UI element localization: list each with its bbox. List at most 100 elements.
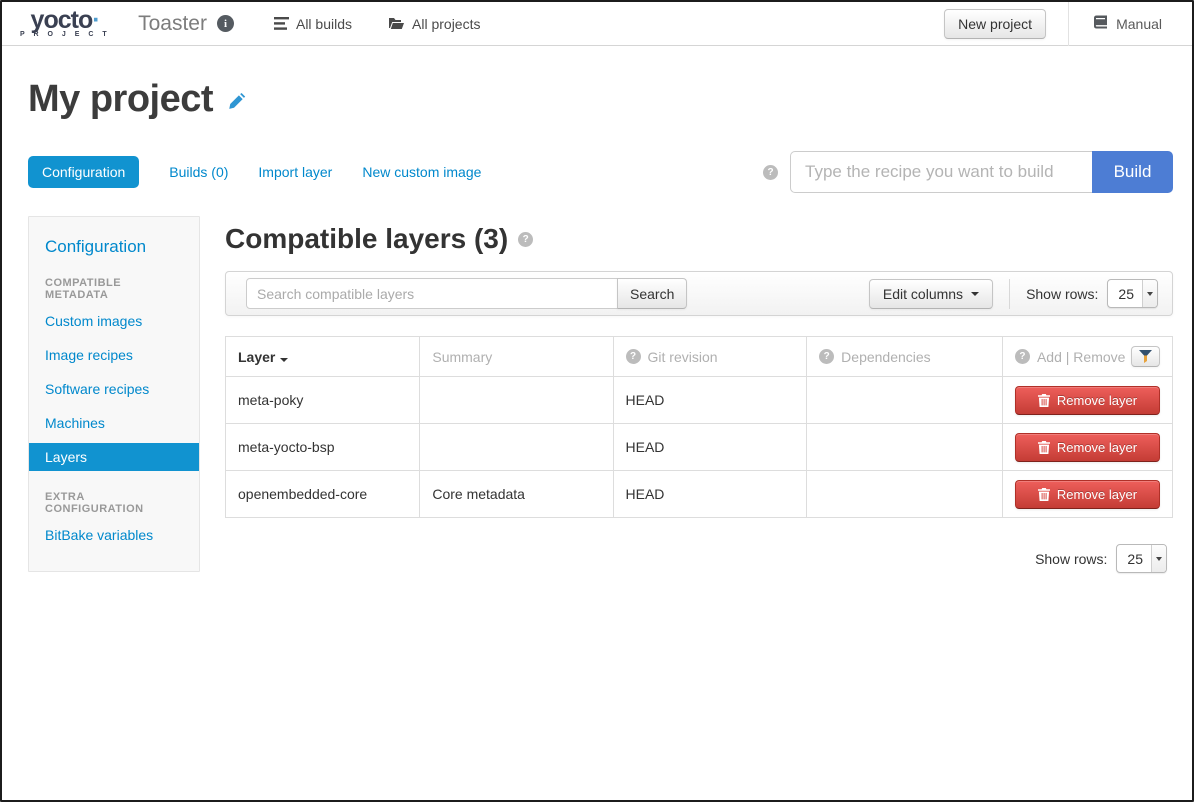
trash-icon	[1038, 441, 1050, 454]
app-header: yocto· P R O J E C T Toaster i All build…	[2, 2, 1192, 46]
compatible-layers-help-icon[interactable]: ?	[518, 232, 533, 247]
folder-open-icon	[388, 17, 405, 30]
search-button[interactable]: Search	[617, 278, 687, 309]
info-icon[interactable]: i	[217, 15, 234, 32]
sort-caret-icon	[280, 358, 288, 362]
cell-summary	[420, 377, 613, 424]
column-header-add-remove: ?Add | Remove	[1002, 337, 1172, 377]
cell-summary: Core metadata	[420, 471, 613, 518]
cell-dependencies	[807, 377, 1003, 424]
remove-layer-button[interactable]: Remove layer	[1015, 480, 1160, 509]
builds-list-icon	[274, 17, 289, 30]
add-remove-help-icon[interactable]: ?	[1015, 349, 1030, 364]
page-content: My project Configuration Builds (0) Impo…	[2, 78, 1192, 573]
table-row: meta-yocto-bsp HEAD Remove layer	[226, 424, 1173, 471]
dependencies-help-icon[interactable]: ?	[819, 349, 834, 364]
sidebar-item-machines[interactable]: Machines	[29, 409, 199, 437]
cell-git-revision: HEAD	[613, 377, 807, 424]
page-title-row: My project	[28, 78, 1173, 121]
table-row: meta-poky HEAD Remove layer	[226, 377, 1173, 424]
tab-import-layer[interactable]: Import layer	[258, 164, 332, 180]
remove-layer-button[interactable]: Remove layer	[1015, 386, 1160, 415]
book-icon	[1093, 15, 1108, 32]
toaster-window: yocto· P R O J E C T Toaster i All build…	[0, 0, 1194, 802]
nav-all-builds[interactable]: All builds	[274, 16, 352, 32]
sidebar-item-image-recipes[interactable]: Image recipes	[29, 341, 199, 369]
yocto-logo-subtext: P R O J E C T	[20, 31, 110, 38]
table-footer: Show rows: 25	[225, 544, 1173, 573]
column-header-dependencies: ?Dependencies	[807, 337, 1003, 377]
column-header-git-revision: ?Git revision	[613, 337, 807, 377]
edit-pencil-icon[interactable]	[227, 93, 247, 116]
edit-columns-button[interactable]: Edit columns	[869, 279, 993, 309]
sidebar-heading-extra-configuration: EXTRA CONFIGURATION	[29, 491, 199, 515]
nav-all-projects[interactable]: All projects	[388, 16, 480, 32]
trash-icon	[1038, 488, 1050, 501]
cell-git-revision: HEAD	[613, 424, 807, 471]
show-rows-label: Show rows:	[1026, 286, 1098, 302]
select-caret-icon	[1142, 280, 1157, 307]
nav-all-builds-label: All builds	[296, 16, 352, 32]
toolbar-separator	[1009, 279, 1010, 309]
sidebar-item-custom-images[interactable]: Custom images	[29, 307, 199, 335]
cell-actions: Remove layer	[1002, 377, 1172, 424]
cell-summary	[420, 424, 613, 471]
cell-dependencies	[807, 471, 1003, 518]
column-header-summary: Summary	[420, 337, 613, 377]
cell-actions: Remove layer	[1002, 424, 1172, 471]
manual-label: Manual	[1116, 16, 1162, 32]
show-rows-select[interactable]: 25	[1107, 279, 1158, 308]
build-form: ? Build	[763, 151, 1173, 193]
build-button[interactable]: Build	[1092, 151, 1173, 193]
cell-actions: Remove layer	[1002, 471, 1172, 518]
header-nav: All builds All projects	[274, 16, 481, 32]
yocto-logo-dot: ·	[92, 6, 99, 34]
compatible-layers-table: Layer Summary ?Git revision ?Dependencie…	[225, 336, 1173, 518]
build-help-icon[interactable]: ?	[763, 165, 778, 180]
manual-link[interactable]: Manual	[1069, 15, 1192, 32]
header-right: New project Manual	[944, 2, 1192, 45]
trash-icon	[1038, 394, 1050, 407]
sidebar-item-configuration[interactable]: Configuration	[29, 237, 199, 257]
sidebar-item-bitbake-variables[interactable]: BitBake variables	[29, 521, 199, 549]
select-caret-icon	[1151, 545, 1166, 572]
tab-builds[interactable]: Builds (0)	[169, 164, 228, 180]
edit-columns-label: Edit columns	[883, 286, 963, 302]
page-title: My project	[28, 78, 213, 121]
column-header-layer[interactable]: Layer	[226, 337, 420, 377]
tab-new-custom-image[interactable]: New custom image	[362, 164, 481, 180]
show-rows-label: Show rows:	[1035, 551, 1107, 567]
yocto-logo[interactable]: yocto· P R O J E C T	[20, 9, 110, 38]
sidebar-item-layers[interactable]: Layers	[29, 443, 199, 471]
chevron-down-icon	[971, 292, 979, 296]
build-recipe-input[interactable]	[790, 151, 1092, 193]
show-rows-value: 25	[1117, 551, 1151, 567]
table-header-row: Layer Summary ?Git revision ?Dependencie…	[226, 337, 1173, 377]
filter-button[interactable]	[1131, 346, 1160, 367]
table-row: openembedded-core Core metadata HEAD Rem…	[226, 471, 1173, 518]
search-input[interactable]	[246, 278, 618, 309]
tab-configuration[interactable]: Configuration	[28, 156, 139, 188]
section-heading: Compatible layers (3)	[225, 223, 508, 255]
cell-dependencies	[807, 424, 1003, 471]
git-revision-help-icon[interactable]: ?	[626, 349, 641, 364]
yocto-logo-text: yocto·	[31, 9, 100, 31]
new-project-button[interactable]: New project	[944, 9, 1046, 39]
remove-layer-button[interactable]: Remove layer	[1015, 433, 1160, 462]
nav-all-projects-label: All projects	[412, 16, 480, 32]
table-toolbar: Search Edit columns Show rows: 25	[225, 271, 1173, 316]
main-column: Compatible layers (3) ? Search Edit colu…	[225, 215, 1173, 573]
tabs-row: Configuration Builds (0) Import layer Ne…	[28, 151, 1173, 193]
sidebar-item-software-recipes[interactable]: Software recipes	[29, 375, 199, 403]
sidebar: Configuration COMPATIBLE METADATA Custom…	[28, 216, 200, 572]
show-rows-value: 25	[1108, 286, 1142, 302]
sidebar-heading-compatible-metadata: COMPATIBLE METADATA	[29, 277, 199, 301]
cell-git-revision: HEAD	[613, 471, 807, 518]
toolbar-right: Edit columns Show rows: 25	[869, 279, 1164, 309]
show-rows-select-bottom[interactable]: 25	[1116, 544, 1167, 573]
cell-layer: openembedded-core	[226, 471, 420, 518]
cell-layer: meta-poky	[226, 377, 420, 424]
cell-layer: meta-yocto-bsp	[226, 424, 420, 471]
app-name: Toaster	[138, 12, 207, 36]
filter-funnel-icon	[1139, 350, 1152, 363]
